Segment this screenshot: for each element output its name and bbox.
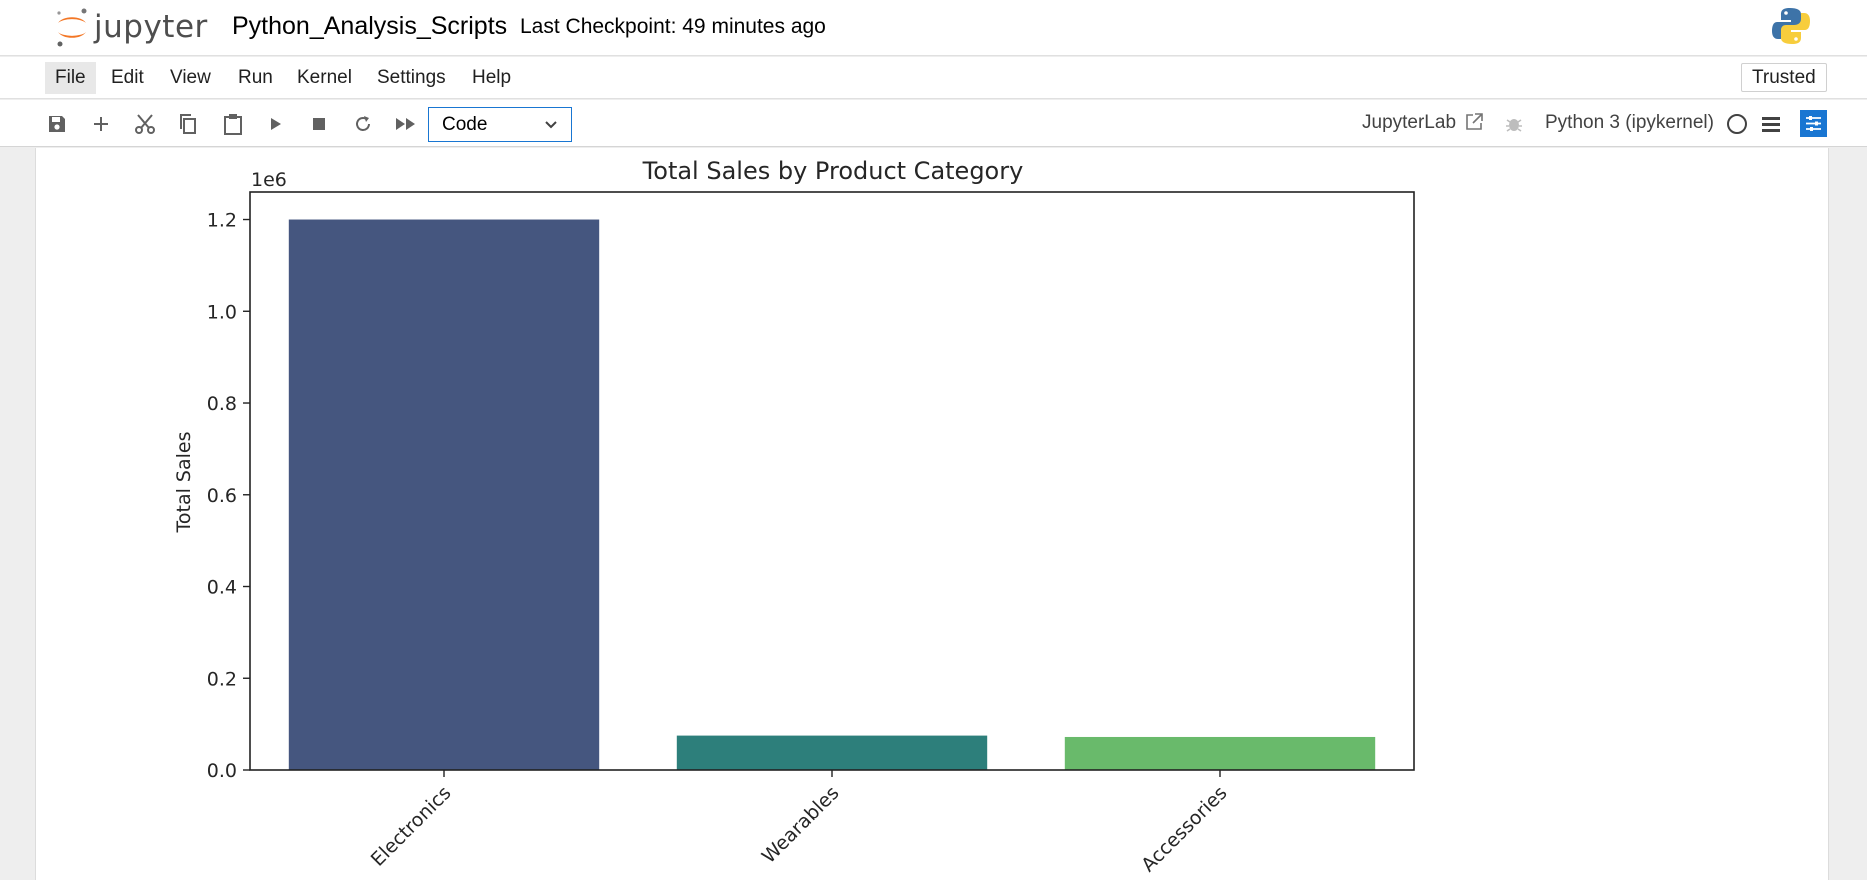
jupyter-logo-text: jupyter: [94, 9, 208, 45]
property-inspector-icon[interactable]: [1800, 110, 1827, 137]
copy-icon[interactable]: [175, 111, 201, 137]
restart-icon[interactable]: [350, 111, 376, 137]
x-tick-label: Accessories: [1137, 782, 1231, 876]
run-icon[interactable]: [263, 111, 289, 137]
bars-group: [288, 219, 1376, 770]
kernel-status-idle-icon: [1724, 111, 1750, 137]
x-tick-label: Electronics: [367, 782, 456, 871]
y-tick-label: 0.2: [207, 668, 237, 690]
bar-chart: Total Sales by Product Category 1e6 Tota…: [173, 157, 1415, 876]
add-cell-icon[interactable]: [88, 111, 114, 137]
menu-settings[interactable]: Settings: [367, 62, 456, 94]
cut-icon[interactable]: [132, 111, 158, 137]
top-header: jupyter Python_Analysis_Scripts Last Che…: [0, 0, 1867, 56]
chart-title: Total Sales by Product Category: [642, 157, 1024, 185]
save-icon[interactable]: [44, 111, 70, 137]
notebook-title[interactable]: Python_Analysis_Scripts: [232, 12, 507, 41]
notebook-toolbar: Code JupyterLab Python 3 (ipykernel): [0, 100, 1867, 147]
x-tick-label: Wearables: [758, 782, 844, 868]
menu-edit[interactable]: Edit: [101, 62, 154, 94]
paste-icon[interactable]: [220, 111, 246, 137]
y-axis-ticks: 0.0 0.2 0.4 0.6 0.8 1.0 1.2: [207, 210, 250, 782]
y-axis-offset-label: 1e6: [251, 169, 287, 191]
bar-electronics: [288, 219, 600, 770]
last-checkpoint-text: Last Checkpoint: 49 minutes ago: [520, 15, 826, 38]
y-tick-label: 1.0: [207, 301, 237, 323]
jupyter-logo[interactable]: jupyter: [54, 6, 208, 48]
y-tick-label: 0.4: [207, 577, 237, 599]
fast-forward-icon[interactable]: [393, 111, 419, 137]
chevron-down-icon: [545, 121, 557, 129]
y-axis-label: Total Sales: [173, 432, 195, 534]
bar-accessories: [1064, 736, 1376, 770]
y-tick-label: 0.8: [207, 393, 237, 415]
menu-run[interactable]: Run: [228, 62, 283, 94]
stop-icon[interactable]: [306, 111, 332, 137]
menu-file[interactable]: File: [45, 62, 96, 94]
menu-help[interactable]: Help: [462, 62, 521, 94]
cell-type-value: Code: [442, 114, 488, 135]
y-tick-label: 1.2: [207, 210, 237, 232]
menu-view[interactable]: View: [160, 62, 221, 94]
jupyterlab-link[interactable]: JupyterLab: [1362, 112, 1456, 134]
trusted-indicator[interactable]: Trusted: [1741, 63, 1827, 92]
menu-bar: File Edit View Run Kernel Settings Help …: [0, 57, 1867, 99]
menu-kernel[interactable]: Kernel: [287, 62, 362, 94]
bar-wearables: [676, 735, 988, 770]
y-tick-label: 0.0: [207, 760, 237, 782]
menu-lines-icon[interactable]: [1758, 111, 1784, 137]
x-axis-ticks: Electronics Wearables Accessories: [367, 770, 1232, 876]
cell-type-select[interactable]: Code: [428, 107, 572, 142]
debugger-bug-icon[interactable]: [1501, 111, 1527, 137]
external-link-icon[interactable]: [1461, 109, 1487, 135]
kernel-name[interactable]: Python 3 (ipykernel): [1545, 112, 1714, 134]
y-tick-label: 0.6: [207, 485, 237, 507]
jupyter-logo-icon: [57, 8, 87, 47]
python-logo-icon: [1771, 6, 1811, 51]
